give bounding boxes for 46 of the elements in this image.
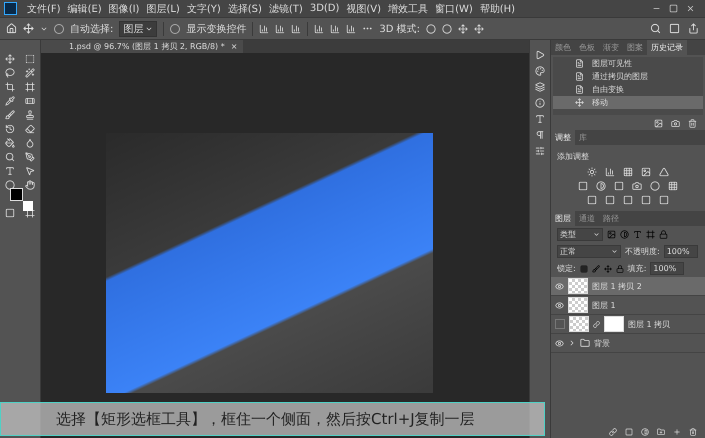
panel-tab[interactable]: 通道 — [575, 211, 599, 226]
opacity-label: 不透明度: — [625, 246, 660, 257]
transform-label: 显示变换控件 — [186, 22, 246, 36]
blend-mode-dropdown[interactable]: 正常 — [557, 245, 621, 258]
target-dropdown[interactable]: 图层 — [119, 20, 158, 36]
menu-item[interactable]: 编辑(E) — [64, 2, 105, 16]
layer-row[interactable]: 图层 1 — [551, 296, 705, 315]
panel-heading: 添加调整 — [556, 151, 590, 163]
layer-name: 图层 1 拷贝 — [628, 318, 670, 330]
filter-dropdown[interactable]: 类型 — [557, 228, 603, 241]
layer-name: 图层 1 — [592, 300, 616, 310]
panel-tab[interactable]: 颜色 — [551, 40, 575, 55]
menu-item[interactable]: 帮助(H) — [476, 2, 518, 16]
fill-field[interactable]: 100% — [650, 262, 684, 275]
panel-tab[interactable]: 渐变 — [599, 40, 623, 55]
layer-row[interactable]: 图层 1 拷贝 2 — [551, 277, 705, 296]
panel-tab[interactable]: 历史记录 — [647, 40, 687, 55]
auto-select-label: 自动选择: — [70, 22, 114, 36]
panel-tab[interactable]: 路径 — [599, 211, 623, 226]
layer-name: 背景 — [594, 338, 610, 348]
history-item[interactable]: 移动 — [553, 96, 703, 109]
menu-item[interactable]: 3D(D) — [306, 3, 342, 14]
menu-item[interactable]: 窗口(W) — [432, 2, 476, 16]
menu-item[interactable]: 选择(S) — [224, 2, 265, 16]
layer-row[interactable]: 图层 1 拷贝 — [551, 315, 705, 334]
panel-tab[interactable]: 调整 — [551, 130, 575, 145]
menu-item[interactable]: 图像(I) — [106, 2, 142, 16]
mode-3d-label: 3D 模式: — [379, 22, 420, 36]
menu-item[interactable]: 增效工具 — [385, 2, 432, 16]
document-tab[interactable]: 1.psd @ 96.7% (图层 1 拷贝 2, RGB/8) * × — [41, 40, 244, 53]
layer-row[interactable]: 背景 — [551, 334, 705, 353]
fill-label: 填充: — [628, 263, 646, 274]
menu-item[interactable]: 文件(F) — [24, 2, 64, 16]
history-item[interactable]: 通过拷贝的图层 — [553, 70, 703, 83]
menu-item[interactable]: 视图(V) — [343, 2, 384, 16]
panel-tab[interactable]: 图层 — [551, 211, 575, 226]
caption-text: 选择【矩形选框工具】，框住一个侧面，然后按Ctrl+J复制一层 — [0, 402, 545, 436]
history-item[interactable]: 图层可见性 — [553, 57, 703, 70]
menu-item[interactable]: 文字(Y) — [184, 2, 224, 16]
panel-tab[interactable]: 色板 — [575, 40, 599, 55]
history-item[interactable]: 自由变换 — [553, 83, 703, 96]
layer-name: 图层 1 拷贝 2 — [592, 280, 642, 292]
menu-item[interactable]: 图层(L) — [143, 2, 183, 16]
menu-item[interactable]: 滤镜(T) — [266, 2, 306, 16]
lock-label: 锁定: — [557, 263, 576, 274]
opacity-field[interactable]: 100% — [664, 245, 698, 258]
